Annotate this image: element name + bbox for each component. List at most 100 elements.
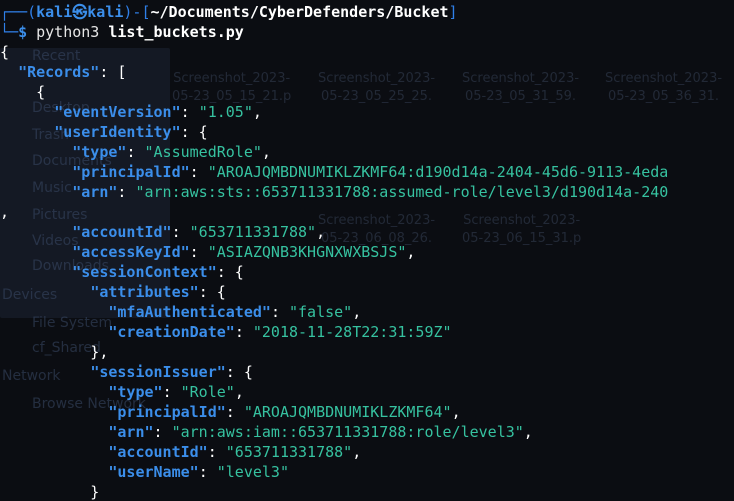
- json-key: "arn": [72, 183, 118, 201]
- json-key: "Records": [18, 63, 100, 81]
- json-key: "mfaAuthenticated": [108, 303, 271, 321]
- json-punct: :: [180, 103, 199, 121]
- json-key: "accountId": [108, 443, 208, 461]
- json-punct: :: [198, 463, 217, 481]
- output-line: {: [0, 42, 734, 62]
- command-binary: python3: [36, 23, 100, 41]
- json-punct: [0, 183, 72, 201]
- json-punct: [0, 63, 18, 81]
- output-line: "sessionContext": {: [0, 262, 734, 282]
- json-punct: ,: [352, 443, 362, 461]
- json-key: "principalId": [72, 163, 190, 181]
- json-punct: [0, 443, 108, 461]
- json-punct: :: [126, 143, 145, 161]
- json-punct: [0, 263, 72, 281]
- json-punct: [0, 303, 108, 321]
- prompt-bracket-close: ]: [448, 3, 458, 21]
- json-punct: :: [234, 323, 253, 341]
- output-line: "userIdentity": {: [0, 122, 734, 142]
- json-punct: }: [0, 483, 100, 501]
- json-string: "ASIAZQNB3KHGNXWXBSJS": [207, 243, 407, 261]
- output-line: {: [0, 82, 734, 102]
- prompt-prefix: ┌──(: [0, 3, 37, 21]
- json-punct: ,: [523, 423, 533, 441]
- json-punct: :: [189, 243, 208, 261]
- json-key: "arn": [108, 423, 154, 441]
- json-punct: :: [270, 303, 289, 321]
- prompt-at-symbol: ㉿: [72, 3, 88, 21]
- prompt-host: kali: [87, 3, 124, 21]
- json-key: "sessionIssuer": [90, 363, 226, 381]
- output-line: "principalId": "AROAJQMBDNUMIKLZKMF64",: [0, 402, 734, 422]
- json-punct: [0, 103, 54, 121]
- json-punct: : [: [99, 63, 127, 81]
- json-punct: :: [162, 383, 181, 401]
- output-line: }: [0, 482, 734, 501]
- terminal-window[interactable]: Recent Desktop Trash Documents Music Pic…: [0, 0, 734, 501]
- json-punct: : {: [216, 263, 244, 281]
- prompt-dollar: $: [18, 23, 28, 41]
- output-line: "mfaAuthenticated": "false",: [0, 302, 734, 322]
- json-key: "principalId": [108, 403, 226, 421]
- output-line: "arn": "arn:aws:iam::653711331788:role/l…: [0, 422, 734, 442]
- output-line: "accountId": "653711331788",: [0, 222, 734, 242]
- json-punct: : {: [180, 123, 208, 141]
- json-key: "userIdentity": [54, 123, 181, 141]
- json-key: "creationDate": [108, 323, 235, 341]
- output-line: "accountId": "653711331788",: [0, 442, 734, 462]
- json-string: "level3": [216, 463, 289, 481]
- json-punct: [0, 123, 54, 141]
- prompt-separator: )-[: [123, 3, 151, 21]
- json-punct: : {: [198, 283, 226, 301]
- json-punct: [0, 363, 90, 381]
- output-line: "eventVersion": "1.05",: [0, 102, 734, 122]
- prompt-user: kali: [36, 3, 73, 21]
- output-line: "accessKeyId": "ASIAZQNB3KHGNXWXBSJS",: [0, 242, 734, 262]
- prompt-path: ~/Documents/CyberDefenders/Bucket: [150, 3, 449, 21]
- json-punct: [0, 243, 72, 261]
- json-punct: : {: [225, 363, 253, 381]
- json-string: "653711331788": [225, 443, 353, 461]
- json-key: "accountId": [72, 223, 172, 241]
- json-string: "Role": [180, 383, 235, 401]
- json-punct: [0, 383, 108, 401]
- output-line: "arn": "arn:aws:sts::653711331788:assume…: [0, 182, 734, 202]
- json-punct: ,: [261, 143, 271, 161]
- json-string: "AROAJQMBDNUMIKLZKMF64:d190d14a-2404-45d…: [207, 163, 669, 181]
- output-line: "principalId": "AROAJQMBDNUMIKLZKMF64:d1…: [0, 162, 734, 182]
- output-line: ,: [0, 202, 734, 222]
- output-line: "type": "AssumedRole",: [0, 142, 734, 162]
- json-punct: [0, 143, 72, 161]
- json-string: "1.05": [198, 103, 253, 121]
- prompt-second-prefix: └─: [0, 23, 19, 41]
- json-punct: ,: [0, 203, 10, 221]
- json-punct: },: [0, 343, 109, 361]
- json-key: "accessKeyId": [72, 243, 190, 261]
- command-argument: list_buckets.py: [108, 23, 244, 41]
- json-string: "arn:aws:sts::653711331788:assumed-role/…: [135, 183, 669, 201]
- json-punct: ,: [352, 303, 362, 321]
- json-punct: {: [0, 83, 46, 101]
- json-punct: ,: [451, 403, 461, 421]
- json-punct: :: [117, 183, 136, 201]
- json-key: "type": [108, 383, 163, 401]
- json-key: "sessionContext": [72, 263, 217, 281]
- output-line: "type": "Role",: [0, 382, 734, 402]
- json-punct: ,: [252, 103, 262, 121]
- json-string: "AssumedRole": [144, 143, 262, 161]
- json-key: "eventVersion": [54, 103, 181, 121]
- output-line: },: [0, 342, 734, 362]
- json-string: "2018-11-28T22:31:59Z": [252, 323, 452, 341]
- json-punct: :: [153, 423, 172, 441]
- json-punct: [0, 223, 72, 241]
- json-punct: [0, 423, 108, 441]
- json-punct: :: [207, 443, 226, 461]
- json-punct: :: [225, 403, 244, 421]
- json-punct: [0, 323, 108, 341]
- terminal-output[interactable]: ┌──(kali㉿kali)-[~/Documents/CyberDefende…: [0, 2, 734, 501]
- json-key: "userName": [108, 463, 199, 481]
- json-punct: {: [0, 43, 10, 61]
- prompt-line: ┌──(kali㉿kali)-[~/Documents/CyberDefende…: [0, 2, 734, 22]
- output-line: "userName": "level3": [0, 462, 734, 482]
- json-key: "attributes": [90, 283, 199, 301]
